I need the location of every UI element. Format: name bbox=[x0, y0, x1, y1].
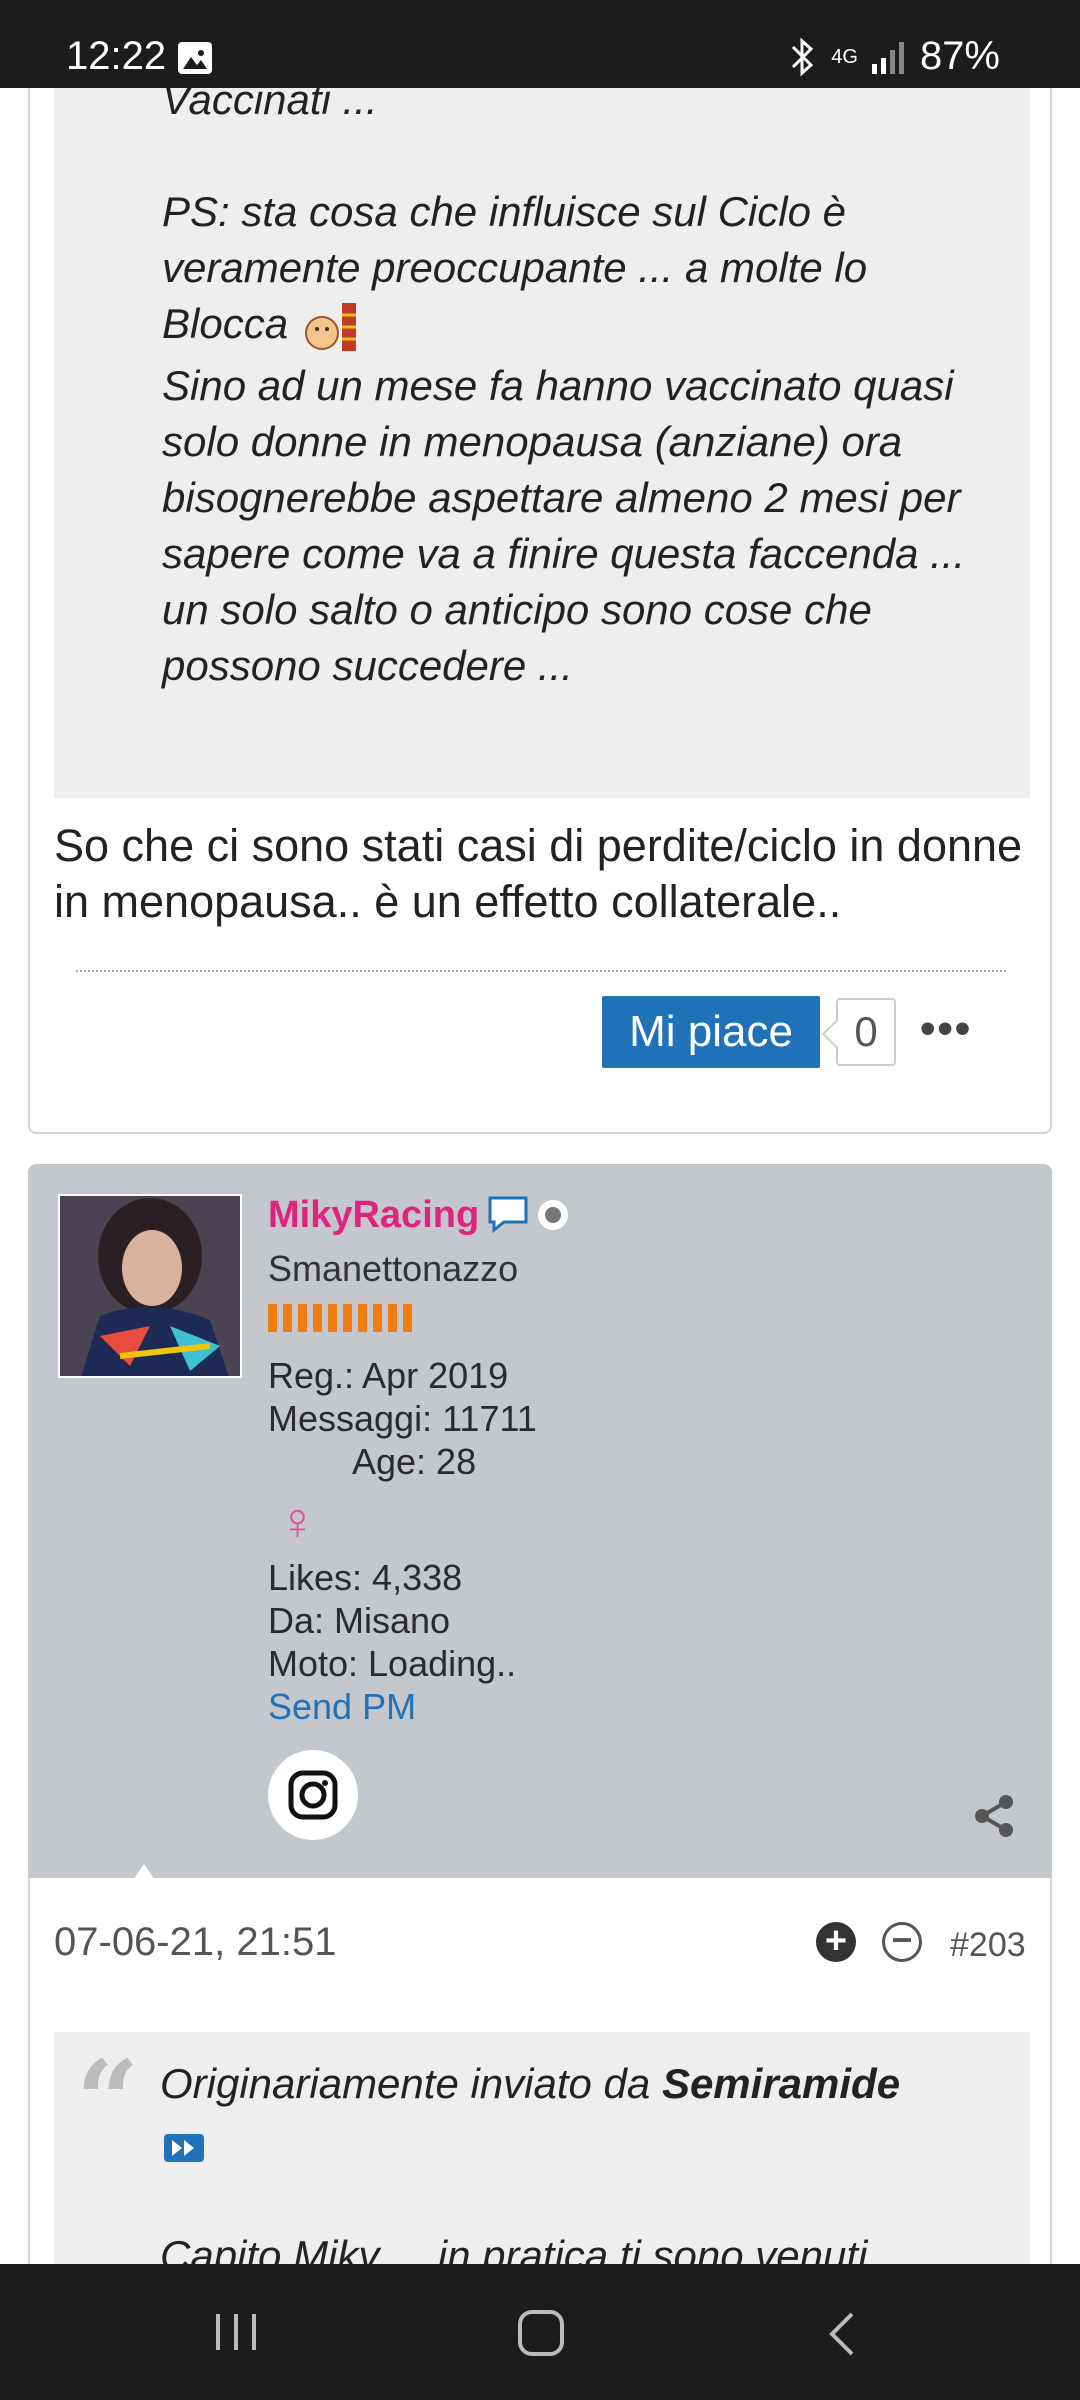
minus-circle-icon[interactable]: − bbox=[882, 1922, 922, 1962]
status-indicators: 4G 87% bbox=[787, 34, 1000, 79]
status-bar: 12:22 4G 87% bbox=[0, 0, 1080, 88]
network-type: 4G bbox=[831, 45, 858, 68]
forum-thread[interactable]: Vaccinati ... PS: sta cosa che influisce… bbox=[0, 88, 1080, 2264]
quote-text: Capito Miky ... in pratica ti sono venut… bbox=[160, 2232, 868, 2264]
quote-author: Semiramide bbox=[661, 2060, 901, 2107]
reputation-bar bbox=[268, 1304, 412, 1332]
likes-count: Likes: 4,338 bbox=[268, 1557, 463, 1598]
plus-circle-icon[interactable]: + bbox=[816, 1922, 856, 1962]
divider bbox=[76, 970, 1006, 972]
registered-date: Reg.: Apr 2019 bbox=[268, 1355, 509, 1396]
quote-block: Vaccinati ... PS: sta cosa che influisce… bbox=[54, 88, 1030, 798]
user-moto: Moto: Loading.. bbox=[268, 1643, 517, 1684]
quote-prefix: Originariamente inviato da bbox=[160, 2060, 662, 2107]
user-location: Da: Misano bbox=[268, 1600, 451, 1641]
avatar[interactable] bbox=[58, 1194, 242, 1378]
post-number-link[interactable]: #203 bbox=[950, 1926, 1026, 1965]
post-card: Vaccinati ... PS: sta cosa che influisce… bbox=[28, 88, 1052, 1134]
quote-block: “ Originariamente inviato da Semiramide … bbox=[54, 2032, 1030, 2264]
signal-icon bbox=[871, 41, 904, 74]
username-link[interactable]: MikyRacing bbox=[268, 1194, 479, 1237]
recents-icon[interactable] bbox=[214, 2312, 258, 2352]
like-button[interactable]: Mi piace bbox=[602, 996, 820, 1068]
view-post-icon[interactable] bbox=[164, 2134, 204, 2162]
back-icon[interactable] bbox=[826, 2310, 856, 2358]
offline-status-icon bbox=[538, 1200, 568, 1230]
more-options-icon[interactable]: ••• bbox=[920, 1004, 972, 1054]
navigation-bar bbox=[0, 2264, 1080, 2400]
quote-text-top: Vaccinati ... PS: sta cosa che influisce… bbox=[162, 88, 1012, 353]
bluetooth-icon bbox=[792, 37, 814, 76]
home-icon[interactable] bbox=[518, 2310, 564, 2356]
status-time: 12:22 bbox=[66, 34, 167, 78]
chat-bubble-icon[interactable] bbox=[486, 1194, 530, 1234]
user-rank-title: Smanettonazzo bbox=[268, 1248, 519, 1289]
like-count: 0 bbox=[836, 998, 896, 1066]
user-info-panel: MikyRacing Smanettonazzo Reg.: Apr 2019 … bbox=[28, 1164, 1052, 1878]
instagram-icon[interactable] bbox=[268, 1750, 358, 1840]
female-gender-icon: ♀ bbox=[278, 1493, 317, 1551]
post-body-text: So che ci sono stati casi di perdite/cic… bbox=[54, 820, 1023, 927]
image-icon bbox=[178, 42, 212, 74]
quote-text-rest: Sino ad un mese fa hanno vaccinato quasi… bbox=[162, 362, 966, 689]
quote-text-top-content: Vaccinati ... PS: sta cosa che influisce… bbox=[162, 88, 868, 347]
post-date: 07-06-21, 21:51 bbox=[54, 1920, 337, 1964]
quote-mark-icon: “ bbox=[76, 2036, 140, 2165]
user-stats-2: Likes: 4,338 Da: Misano Moto: Loading.. … bbox=[268, 1556, 516, 1728]
post-card-203: 07-06-21, 21:51 + − #203 “ Originariamen… bbox=[28, 1878, 1052, 2264]
quote-header: Originariamente inviato da Semiramide bbox=[160, 2060, 900, 2108]
message-count: Messaggi: 11711 bbox=[268, 1398, 537, 1439]
user-age: Age: 28 bbox=[352, 1441, 477, 1482]
emoji-smiley-icon bbox=[300, 301, 360, 353]
user-stats: Reg.: Apr 2019 Messaggi: 11711 Age: 28 bbox=[268, 1354, 537, 1483]
share-icon[interactable] bbox=[972, 1794, 1016, 1838]
send-pm-link[interactable]: Send PM bbox=[268, 1685, 516, 1728]
battery-level: 87% bbox=[919, 34, 1000, 78]
